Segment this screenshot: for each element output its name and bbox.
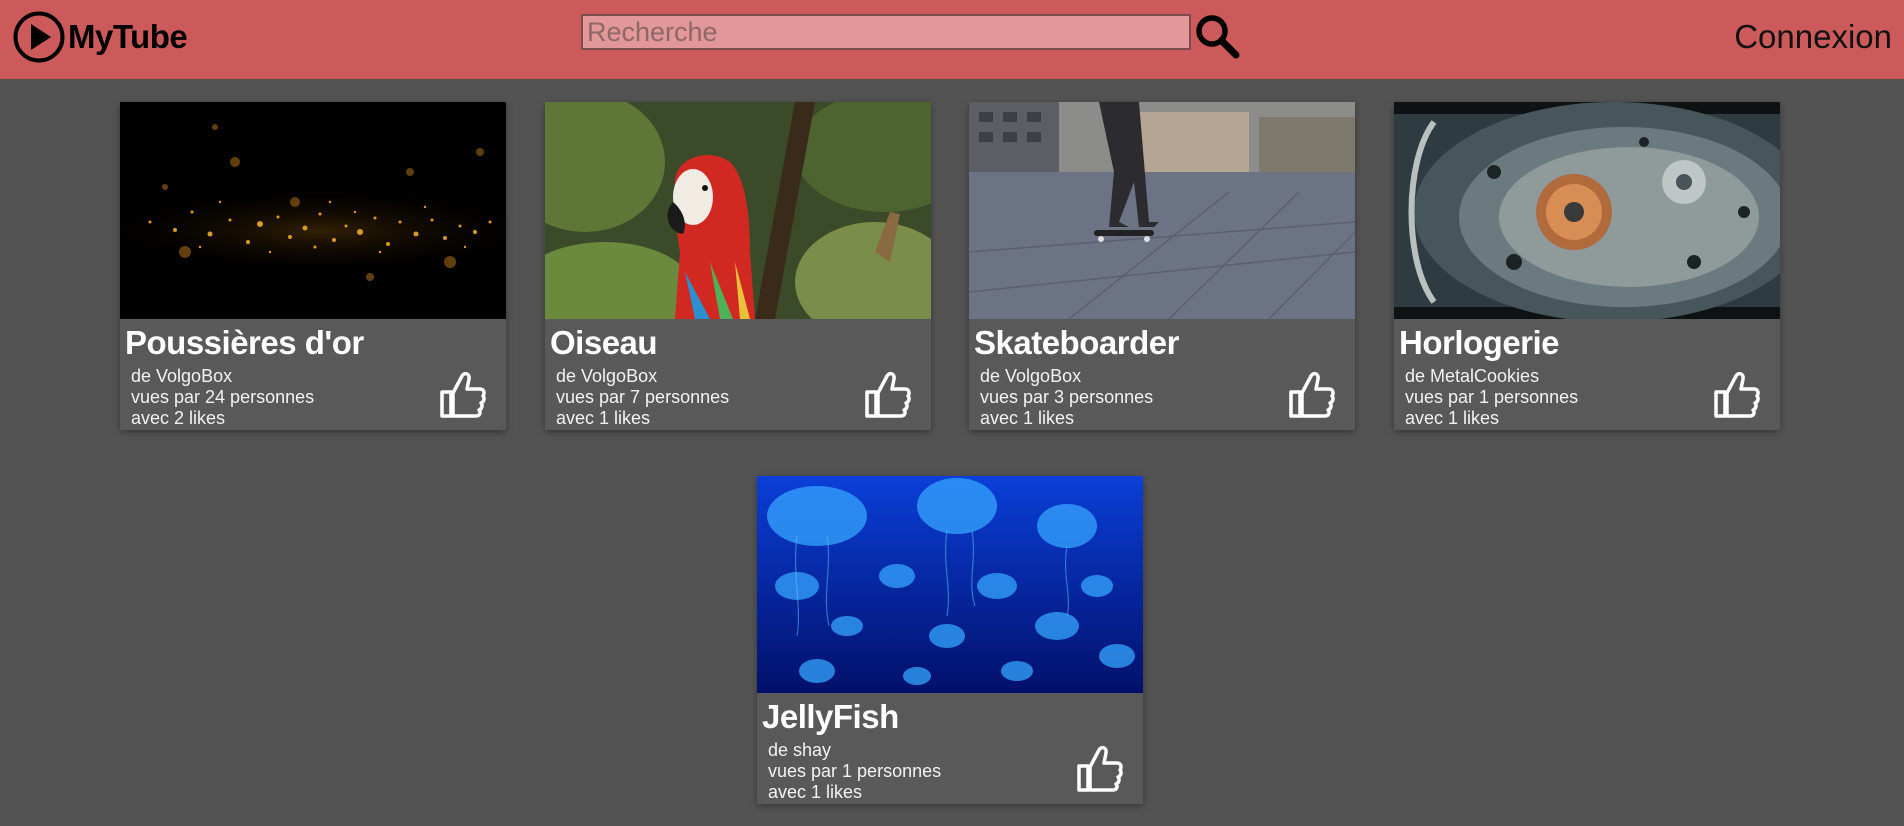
brand-name: MyTube — [68, 18, 188, 55]
video-title[interactable]: JellyFish — [762, 698, 899, 736]
video-views: vues par 1 personnes — [768, 761, 942, 781]
video-title[interactable]: Oiseau — [550, 324, 658, 362]
video-author: de MetalCookies — [1405, 366, 1540, 386]
like-button[interactable] — [1287, 370, 1335, 420]
video-card[interactable]: Horlogerie de MetalCookies vues par 1 pe… — [1394, 102, 1780, 430]
video-views: vues par 24 personnes — [131, 387, 315, 407]
video-meta: de VolgoBox vues par 3 personnes avec 1 … — [980, 366, 1153, 429]
video-thumbnail[interactable] — [1394, 102, 1780, 319]
video-thumbnail[interactable] — [757, 476, 1143, 693]
search-button[interactable] — [1193, 12, 1241, 60]
thumbs-up-icon — [1075, 744, 1123, 794]
video-views: vues par 7 personnes — [556, 387, 730, 407]
video-meta: de VolgoBox vues par 24 personnes avec 2… — [131, 366, 314, 429]
video-likes: avec 1 likes — [980, 408, 1075, 428]
search-input[interactable] — [581, 14, 1191, 50]
video-meta: de shay vues par 1 personnes avec 1 like… — [768, 740, 941, 803]
video-meta: de MetalCookies vues par 1 personnes ave… — [1405, 366, 1578, 429]
thumbs-up-icon — [438, 370, 486, 420]
video-views: vues par 1 personnes — [1405, 387, 1579, 407]
video-card[interactable]: Poussières d'or de VolgoBox vues par 24 … — [120, 102, 506, 430]
video-thumbnail[interactable] — [545, 102, 931, 319]
video-likes: avec 2 likes — [131, 408, 226, 428]
video-thumbnail[interactable] — [969, 102, 1355, 319]
like-button[interactable] — [1712, 370, 1760, 420]
video-title[interactable]: Poussières d'or — [125, 324, 364, 362]
brand-home-link[interactable]: MyTube — [12, 10, 188, 64]
video-title[interactable]: Horlogerie — [1399, 324, 1560, 362]
login-link[interactable]: Connexion — [1734, 18, 1892, 56]
like-button[interactable] — [438, 370, 486, 420]
video-author: de VolgoBox — [556, 366, 658, 386]
play-logo-icon — [12, 10, 66, 64]
video-author: de VolgoBox — [980, 366, 1082, 386]
search-icon — [1193, 12, 1241, 60]
video-author: de shay — [768, 740, 832, 760]
video-card[interactable]: Oiseau de VolgoBox vues par 7 personnes … — [545, 102, 931, 430]
video-card[interactable]: JellyFish de shay vues par 1 personnes a… — [757, 476, 1143, 804]
thumbs-up-icon — [1287, 370, 1335, 420]
video-meta: de VolgoBox vues par 7 personnes avec 1 … — [556, 366, 729, 429]
video-likes: avec 1 likes — [768, 782, 863, 802]
video-thumbnail[interactable] — [120, 102, 506, 319]
video-author: de VolgoBox — [131, 366, 233, 386]
thumbs-up-icon — [1712, 370, 1760, 420]
video-views: vues par 3 personnes — [980, 387, 1154, 407]
top-bar: MyTube Connexion — [0, 0, 1904, 79]
video-likes: avec 1 likes — [556, 408, 651, 428]
video-likes: avec 1 likes — [1405, 408, 1500, 428]
video-title[interactable]: Skateboarder — [974, 324, 1179, 362]
like-button[interactable] — [863, 370, 911, 420]
thumbs-up-icon — [863, 370, 911, 420]
like-button[interactable] — [1075, 744, 1123, 794]
video-card[interactable]: Skateboarder de VolgoBox vues par 3 pers… — [969, 102, 1355, 430]
